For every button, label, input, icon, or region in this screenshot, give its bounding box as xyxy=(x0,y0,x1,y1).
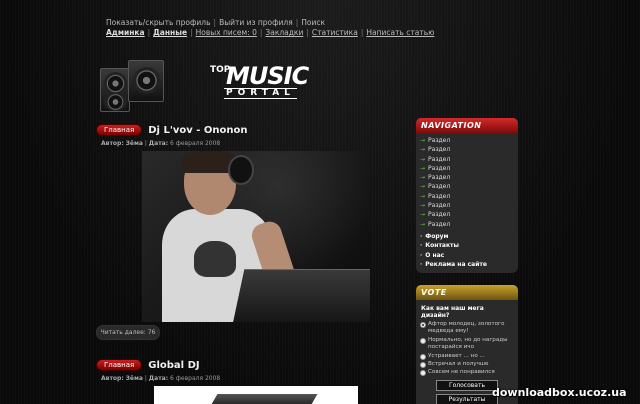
contacts-link[interactable]: · Контакты xyxy=(420,241,514,250)
post-date: 6 февраля 2008 xyxy=(170,375,221,382)
post-meta: Автор: Зёма | Дата: 6 февраля 2008 xyxy=(101,375,221,382)
arrow-right-icon: → xyxy=(420,220,426,228)
bullet-icon: · xyxy=(420,242,423,250)
user-toolbar: Показать/скрыть профиль | Выйти из профил… xyxy=(106,18,434,38)
search-link[interactable]: Поиск xyxy=(301,18,325,28)
arrow-right-icon: → xyxy=(420,202,426,210)
category-badge[interactable]: Главная xyxy=(96,359,143,371)
post-meta: Автор: Зёма | Дата: 6 февраля 2008 xyxy=(101,140,221,147)
watermark-text: downloadbox.ucoz.ua xyxy=(492,386,627,399)
post-image[interactable] xyxy=(142,151,370,322)
arrow-right-icon: → xyxy=(420,137,426,144)
post-title[interactable]: Dj L'vov - Ononon xyxy=(148,125,247,136)
arrow-right-icon: → xyxy=(420,174,426,182)
post-header: Главная Global DJ xyxy=(96,359,200,371)
post-date: 6 февраля 2008 xyxy=(170,140,221,147)
vote-submit-button[interactable]: Голосовать xyxy=(436,379,498,391)
nav-section-item[interactable]: → Раздел xyxy=(420,155,514,164)
vote-results-button[interactable]: Результаты xyxy=(436,393,498,404)
about-link[interactable]: · О нас xyxy=(420,251,514,260)
bookmarks-link[interactable]: Закладки xyxy=(265,28,303,38)
radio-button[interactable] xyxy=(420,362,426,369)
arrow-right-icon: → xyxy=(420,146,426,154)
vote-header: VOTE xyxy=(416,285,518,300)
bullet-icon: · xyxy=(420,260,423,268)
vote-option[interactable]: Устраивает ... но ... xyxy=(420,353,514,360)
arrow-right-icon: → xyxy=(420,183,426,191)
nav-section-item[interactable]: → Раздел xyxy=(420,210,514,219)
bullet-icon: · xyxy=(420,251,423,259)
nav-section-item[interactable]: → Раздел xyxy=(420,164,514,173)
radio-button[interactable] xyxy=(420,353,426,360)
arrow-right-icon: → xyxy=(420,192,426,200)
post-image[interactable] xyxy=(154,386,358,404)
nav-section-item[interactable]: → Раздел xyxy=(420,192,514,201)
speaker-icon xyxy=(100,68,130,112)
nav-section-item[interactable]: → Раздел xyxy=(420,182,514,191)
dj-mixer xyxy=(231,269,370,322)
user-toolbar-row-2: Админка | Данные | Новых писем: 0 | Закладк… xyxy=(106,28,435,38)
site-logo[interactable]: TOP MUSIC PORTAL xyxy=(98,58,309,118)
logout-link[interactable]: Выйти из профиля xyxy=(219,18,293,28)
bullet-icon: · xyxy=(420,232,423,240)
navigation-header: NAVIGATION xyxy=(416,118,518,133)
navigation-block: NAVIGATION → Раздел → Раздел → Раздел → Разд… xyxy=(416,118,518,274)
speaker-icon xyxy=(128,60,164,102)
user-toolbar-row-1: Показать/скрыть профиль | Выйти из профил… xyxy=(106,18,326,28)
radio-button[interactable] xyxy=(420,322,426,328)
vote-question: Как вам наш мега дизайн? xyxy=(421,305,484,319)
nav-section-item[interactable]: → Раздел xyxy=(420,201,514,210)
skull-print xyxy=(194,241,236,277)
vote-option[interactable]: Встречал и получше xyxy=(420,361,514,369)
arrow-right-icon: → xyxy=(420,155,426,163)
vote-option[interactable]: Нормально, но до награды постарайся ичо xyxy=(420,337,514,352)
read-more-button[interactable]: Читать далее: 76 xyxy=(96,325,160,340)
post-author[interactable]: Зёма xyxy=(126,140,143,147)
post-header: Главная Dj L'vov - Ononon xyxy=(96,124,248,136)
radio-button[interactable] xyxy=(420,370,426,377)
navigation-list: → Раздел → Раздел → Раздел → Раздел → Раздел … xyxy=(416,133,518,274)
data-link[interactable]: Данные xyxy=(153,28,187,38)
category-badge[interactable]: Главная xyxy=(96,124,143,136)
admin-link[interactable]: Админка xyxy=(106,28,145,38)
nav-section-item[interactable]: → Раздел xyxy=(420,173,514,182)
new-messages-link[interactable]: Новых писем: 0 xyxy=(196,28,257,38)
vote-option[interactable]: Афтор молодец, золотого медведа ему! xyxy=(420,321,514,336)
arrow-right-icon: → xyxy=(420,211,426,219)
advertising-link[interactable]: · Реклама на сайте xyxy=(420,260,514,269)
nav-section-item[interactable]: → Раздел xyxy=(420,145,514,154)
write-article-link[interactable]: Написать статью xyxy=(366,28,434,38)
post-author[interactable]: Зёма xyxy=(126,375,143,382)
toggle-profile-link[interactable]: Показать/скрыть профиль xyxy=(106,18,211,28)
radio-button[interactable] xyxy=(420,337,426,344)
nav-section-item[interactable]: → Раздел xyxy=(420,220,514,229)
post-title[interactable]: Global DJ xyxy=(148,360,199,371)
arrow-right-icon: → xyxy=(420,164,426,172)
nav-section-item[interactable]: → Раздел xyxy=(420,136,514,145)
statistics-link[interactable]: Статистика xyxy=(312,28,358,38)
forum-link[interactable]: · Форум xyxy=(420,232,514,241)
headphones-icon xyxy=(228,155,254,185)
vote-option[interactable]: Совсем не понравился xyxy=(420,369,514,377)
